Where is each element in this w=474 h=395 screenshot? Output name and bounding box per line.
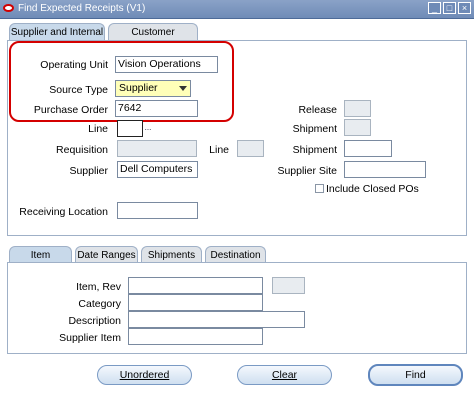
minimize-icon[interactable]: _ bbox=[428, 2, 441, 14]
supplier-item-field[interactable] bbox=[128, 328, 263, 345]
tab-item[interactable]: Item bbox=[9, 246, 72, 263]
tab-customer[interactable]: Customer bbox=[108, 23, 198, 40]
supplier-label: Supplier bbox=[69, 165, 108, 177]
tab-destination[interactable]: Destination bbox=[205, 246, 266, 263]
requisition-shipment-field[interactable] bbox=[344, 140, 392, 157]
find-button[interactable]: Find bbox=[368, 364, 463, 386]
receiving-location-label: Receiving Location bbox=[19, 206, 108, 218]
item-rev-label: Item, Rev bbox=[76, 281, 121, 293]
oracle-logo-icon bbox=[3, 4, 14, 12]
maximize-icon[interactable]: □ bbox=[443, 2, 456, 14]
item-field[interactable] bbox=[128, 277, 263, 294]
supplier-site-label: Supplier Site bbox=[277, 165, 337, 177]
requisition-field[interactable] bbox=[117, 140, 197, 157]
release-label: Release bbox=[298, 104, 337, 116]
description-label: Description bbox=[68, 315, 121, 327]
requisition-line-field[interactable] bbox=[237, 140, 264, 157]
description-field[interactable] bbox=[128, 311, 305, 328]
shipment-field[interactable] bbox=[344, 119, 371, 136]
window-title-bar: Find Expected Receipts (V1) _ □ × bbox=[0, 0, 474, 19]
release-field[interactable] bbox=[344, 100, 371, 117]
tab-shipments[interactable]: Shipments bbox=[141, 246, 202, 263]
requisition-label: Requisition bbox=[56, 144, 108, 156]
include-closed-pos-label: Include Closed POs bbox=[326, 183, 419, 195]
unordered-button-label: Unordered bbox=[119, 369, 170, 381]
revision-field[interactable] bbox=[272, 277, 305, 294]
supplier-item-label: Supplier Item bbox=[59, 332, 121, 344]
line-field[interactable] bbox=[117, 120, 143, 137]
supplier-field[interactable]: Dell Computers bbox=[117, 161, 198, 178]
include-closed-pos-checkbox[interactable] bbox=[315, 184, 324, 193]
tab-date-ranges[interactable]: Date Ranges bbox=[75, 246, 138, 263]
highlight-annotation-box bbox=[9, 41, 234, 122]
shipment-label: Shipment bbox=[292, 123, 337, 135]
close-icon[interactable]: × bbox=[458, 2, 471, 14]
window-title: Find Expected Receipts (V1) bbox=[18, 3, 146, 14]
tab-supplier-and-internal[interactable]: Supplier and Internal bbox=[9, 23, 105, 40]
requisition-shipment-label: Shipment bbox=[292, 144, 337, 156]
supplier-site-field[interactable] bbox=[344, 161, 426, 178]
line-lov-icon[interactable]: ... bbox=[143, 123, 153, 134]
line-label: Line bbox=[88, 123, 108, 135]
clear-button-label: Clear bbox=[271, 369, 298, 381]
category-field[interactable] bbox=[128, 294, 263, 311]
requisition-line-label: Line bbox=[209, 144, 229, 156]
find-button-label: Find bbox=[405, 369, 426, 381]
category-label: Category bbox=[78, 298, 121, 310]
receiving-location-field[interactable] bbox=[117, 202, 198, 219]
clear-button[interactable]: Clear bbox=[237, 365, 332, 385]
unordered-button[interactable]: Unordered bbox=[97, 365, 192, 385]
